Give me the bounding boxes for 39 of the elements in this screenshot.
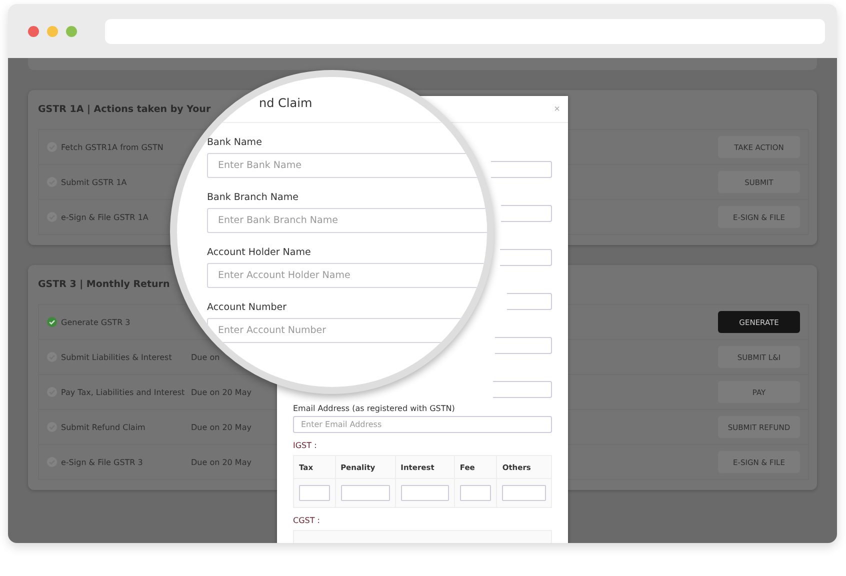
step-label: Pay Tax, Liabilities and Interest [61, 388, 186, 396]
email-field[interactable]: Enter Email Address [293, 416, 552, 433]
step-label: Generate GSTR 3 [61, 318, 132, 326]
input-field[interactable] [500, 249, 552, 266]
due-date: Due on [191, 352, 220, 362]
maximize-dot-icon[interactable] [66, 26, 77, 36]
field-label: Bank Name [207, 137, 263, 148]
amount-field[interactable] [502, 485, 546, 501]
step-label: Submit GSTR 1A [61, 178, 128, 186]
field-label: Account Holder Name [207, 247, 312, 258]
field-label: Bank Branch Name [207, 192, 300, 203]
dialog-title: nd Claim [259, 96, 312, 110]
field-label: Email Address (as registered with GSTN) [293, 404, 456, 413]
amount-field[interactable] [460, 485, 492, 501]
input-field[interactable] [501, 205, 552, 222]
card-title: GSTR 3 | Monthly Return [38, 279, 170, 290]
due-date: Due on 20 May [191, 388, 252, 396]
input-field[interactable] [495, 337, 552, 354]
minimize-dot-icon[interactable] [47, 26, 58, 36]
card-title: GSTR 1A | Actions taken by Your [38, 104, 211, 115]
due-date: Due on 20 May [191, 422, 252, 432]
input-field[interactable]: Enter Bank Branch Name [207, 208, 487, 233]
amount-field[interactable] [299, 485, 330, 501]
amount-field[interactable] [340, 485, 390, 501]
step-label: Submit Liabilities & Interest [61, 352, 173, 362]
close-button[interactable]: × [554, 104, 560, 114]
due-date: Due on 20 May [191, 458, 252, 466]
input-field[interactable] [491, 161, 552, 178]
section-label: CGST : [293, 516, 321, 525]
step-label: Submit Refund Claim [61, 422, 146, 432]
step-label: Fetch GSTR1A from GSTN [61, 142, 164, 152]
input-field[interactable] [507, 293, 552, 310]
step-label: e-Sign & File GSTR 3 [61, 458, 144, 466]
input-field[interactable] [493, 381, 552, 398]
step-label: e-Sign & File GSTR 1A [61, 212, 150, 222]
close-dot-icon[interactable] [28, 26, 39, 36]
amount-field[interactable] [400, 485, 449, 501]
section-label: IGST : [293, 441, 318, 450]
field-label: Account Number [207, 302, 288, 313]
